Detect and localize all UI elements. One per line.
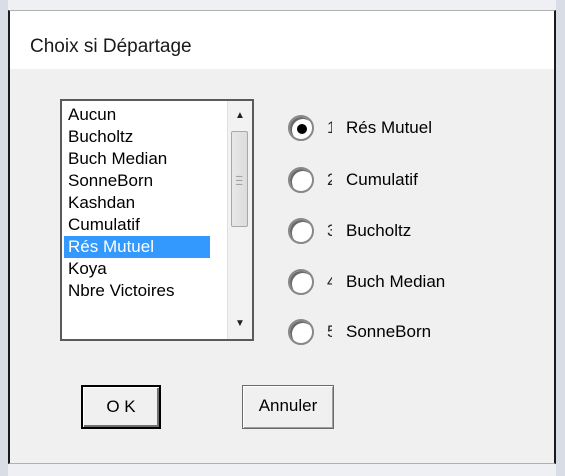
list-item[interactable]: SonneBorn	[64, 170, 210, 192]
tiebreak-dialog: Choix si Départage Aucun Bucholtz Buch Med…	[8, 10, 556, 464]
listbox-items: Aucun Bucholtz Buch Median SonneBorn Kashdan…	[64, 104, 210, 302]
tiebreak-radio-row[interactable]: 3 Bucholtz	[288, 218, 528, 248]
radio-button[interactable]	[288, 167, 314, 193]
list-item[interactable]: Nbre Victoires	[64, 280, 210, 302]
radio-label: Bucholtz	[346, 221, 412, 240]
tiebreak-radio-row[interactable]: 1 Rés Mutuel	[288, 115, 528, 145]
list-item[interactable]: Bucholtz	[64, 126, 210, 148]
radio-order-digit: 3	[327, 221, 332, 240]
radio-button[interactable]	[288, 269, 314, 295]
scroll-thumb[interactable]: ─ ─ ─	[231, 131, 248, 227]
tiebreak-listbox[interactable]: Aucun Bucholtz Buch Median SonneBorn Kashdan…	[60, 99, 254, 341]
radio-order-digit: 1	[327, 118, 332, 137]
scroll-grip-icon: ─ ─ ─	[236, 171, 243, 189]
listbox-scrollbar[interactable]: ▲ ─ ─ ─ ▼	[227, 101, 252, 339]
scroll-up-arrow-icon[interactable]: ▲	[228, 105, 252, 127]
tiebreak-radio-row[interactable]: 4 Buch Median	[288, 269, 528, 299]
radio-checked-dot	[297, 124, 307, 134]
list-item[interactable]: Cumulatif	[64, 214, 210, 236]
radio-button[interactable]	[288, 115, 314, 141]
scroll-down-arrow-icon[interactable]: ▼	[228, 313, 252, 335]
list-item[interactable]: Rés Mutuel	[64, 236, 210, 258]
radio-button[interactable]	[288, 218, 314, 244]
radio-order-digit: 2	[327, 170, 332, 189]
dialog-titlebar: Choix si Départage	[10, 11, 554, 69]
radio-button[interactable]	[288, 319, 314, 345]
list-item[interactable]: Buch Median	[64, 148, 210, 170]
background-stripe	[556, 0, 565, 476]
dialog-title: Choix si Départage	[30, 36, 192, 57]
ok-button[interactable]: O K	[81, 385, 161, 429]
radio-label: SonneBorn	[346, 322, 432, 341]
background-stripe	[0, 0, 8, 476]
list-item[interactable]: Aucun	[64, 104, 210, 126]
list-item[interactable]: Koya	[64, 258, 210, 280]
radio-order-digit: 4	[327, 272, 332, 291]
cancel-button[interactable]: Annuler	[242, 385, 334, 429]
radio-label: Cumulatif	[346, 170, 418, 189]
tiebreak-radio-row[interactable]: 2 Cumulatif	[288, 167, 528, 197]
radio-label: Rés Mutuel	[346, 118, 432, 137]
radio-label: Buch Median	[346, 272, 446, 291]
tiebreak-radio-row[interactable]: 5 SonneBorn	[288, 319, 528, 349]
radio-order-digit: 5	[327, 322, 332, 341]
list-item[interactable]: Kashdan	[64, 192, 210, 214]
